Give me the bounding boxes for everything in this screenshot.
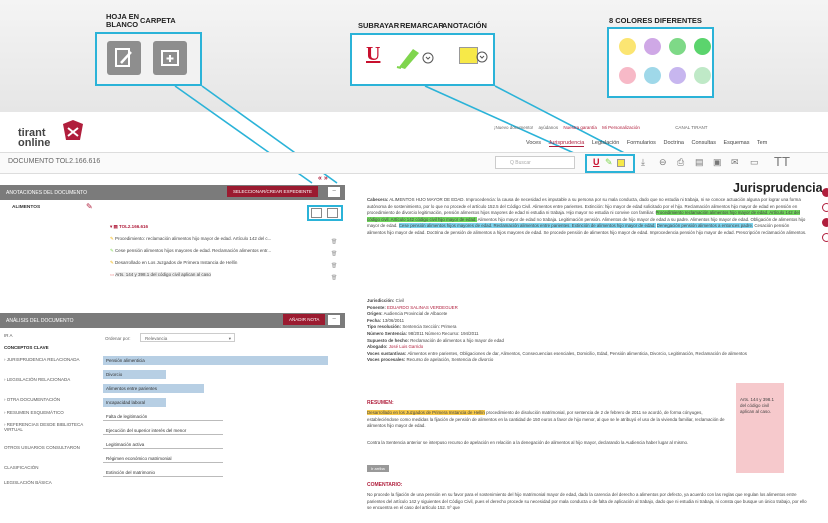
go-top-button[interactable]: Ir arriba <box>367 465 389 472</box>
concept-bar[interactable]: Extinción del matrimonio <box>103 468 223 477</box>
resumen-paragraph-2: Contra la Sentencia anterior se interpus… <box>367 440 689 445</box>
highlighter-icon[interactable]: ✎ <box>605 157 613 168</box>
font-size-button[interactable]: TT <box>774 154 790 169</box>
order-select[interactable]: Relevancia ▾ <box>140 333 235 342</box>
nav-formularios[interactable]: Formularios <box>627 140 656 146</box>
sidebar-item[interactable]: › JURISPRUDENCIA RELACIONADA <box>4 357 90 362</box>
sidebar-item[interactable]: LEGISLACIÓN BÁSICA <box>4 480 90 485</box>
concept-bar[interactable]: Alimentos entre parientes <box>103 384 204 393</box>
sticky-note[interactable]: Arts. 144 y 398.1 del código civil aplic… <box>736 383 784 473</box>
underline-icon[interactable]: U <box>593 157 600 167</box>
mail-icon[interactable]: ✉ <box>731 157 739 168</box>
cabecera-paragraph: Cabecera: ALIMENTOS HIJO MAYOR DE EDAD. … <box>367 197 807 235</box>
topnav-link[interactable]: ¡Nuevo documento! <box>494 125 533 130</box>
annotation-item[interactable]: ✎ Procedimiento: reclamación alimentos h… <box>110 236 271 242</box>
resumen-paragraph: Desarrollado en los Juzgados de Primera … <box>367 410 725 429</box>
order-label: Ordenar por: <box>105 336 131 341</box>
sidebar-item[interactable]: IR A <box>4 333 90 338</box>
folder-label[interactable]: ALIMENTOS <box>12 205 40 210</box>
nav-esquemas[interactable]: Esquemas <box>723 140 749 146</box>
sidebar-item[interactable]: › OTRA DOCUMENTACIÓN <box>4 397 90 402</box>
metadata-block: Jurisdicción: Civil Ponente: EDUARDO SAL… <box>367 298 747 363</box>
nav-doctrina[interactable]: Doctrina <box>663 140 683 146</box>
print-icon[interactable]: ⎙ <box>677 157 684 168</box>
minimize-icon[interactable]: − <box>328 187 340 197</box>
link-icon[interactable]: ⊖ <box>659 157 667 168</box>
nav-legislacion[interactable]: Legislación <box>592 140 620 146</box>
edit-icon[interactable]: ✎ <box>86 202 93 211</box>
concept-bar[interactable]: Legitimación activa <box>103 440 223 449</box>
sidebar-item[interactable]: › RESUMEN ESQUEMÁTICO <box>4 410 90 415</box>
annotation-item[interactable]: ✎ Cese pensión alimentos hijos mayores d… <box>110 248 271 254</box>
translate-icon[interactable]: ▭ <box>750 157 759 168</box>
concept-bar[interactable]: Régimen económico matrimonial <box>103 454 223 463</box>
concept-bar[interactable]: Ejecución del superior interés del menor <box>103 426 223 435</box>
sidebar-item[interactable]: CLASIFICACIÓN <box>4 465 90 470</box>
document-toolbar <box>0 152 828 174</box>
sidebar-item[interactable]: › LEGISLACIÓN RELACIONADA <box>4 377 90 382</box>
concept-bar[interactable]: Pensión alimenticia <box>103 356 328 365</box>
nav-consultas[interactable]: Consultas <box>691 140 715 146</box>
highlight-yellow[interactable]: Desarrollado en los Juzgados de Primera … <box>367 410 485 415</box>
add-note-button[interactable]: AÑADIR NOTA <box>283 314 326 325</box>
note-icon[interactable] <box>617 159 625 167</box>
collapse-panel-icon[interactable]: « » <box>318 175 328 182</box>
minimize-icon[interactable]: − <box>328 315 340 325</box>
topnav-link[interactable]: Nuestra garantía <box>563 125 597 130</box>
page-title: Jurisprudencia <box>733 181 823 195</box>
side-action-icon[interactable] <box>822 203 828 212</box>
highlight-blue[interactable]: Denegación pensión alimentos a entonces … <box>656 223 754 229</box>
concept-bar[interactable]: Falta de legitimación <box>103 412 223 421</box>
concept-bar[interactable]: Divorcio <box>103 370 166 379</box>
side-action-icon[interactable] <box>822 218 828 227</box>
concept-bar[interactable]: Incapacidad laboral <box>103 398 166 407</box>
resumen-heading: RESUMEN: <box>367 400 394 406</box>
logo-emblem-icon <box>63 120 83 140</box>
sidebar-item[interactable]: OTROS USUARIOS CONSULTARON <box>4 445 90 450</box>
nav-jurisprudencia[interactable]: Jurisprudencia <box>548 140 585 147</box>
main-nav: Voces Jurisprudencia Legislación Formula… <box>526 140 773 147</box>
nav-voces[interactable]: Voces <box>526 140 541 146</box>
topnav-link[interactable]: ayúdanos <box>539 125 559 130</box>
add-folder-icon[interactable] <box>327 208 338 218</box>
download-icon[interactable]: ⤓ <box>641 157 645 168</box>
side-action-icon[interactable] <box>822 188 828 197</box>
topnav-link[interactable]: Mi Personalización <box>602 125 640 130</box>
side-action-icon[interactable] <box>822 233 828 242</box>
trash-icon[interactable]: 🗑 🗑 🗑 🗑 <box>331 236 337 284</box>
annotation-item[interactable]: ✎ Desarrollado en Los Juzgados de Primer… <box>110 260 237 266</box>
search-input[interactable]: Q Buscar <box>495 156 575 169</box>
nav-tem[interactable]: Tem <box>757 140 767 146</box>
sidebar-item[interactable]: CONCEPTOS CLAVE <box>4 345 90 350</box>
pdf-icon[interactable]: ▤ <box>695 157 704 168</box>
save-icon[interactable]: ▣ <box>713 157 722 168</box>
comentario-heading: COMENTARIO: <box>367 482 403 488</box>
comentario-paragraph: No procede la fijación de una pensión en… <box>367 492 807 511</box>
sidebar-item[interactable]: › REFERENCIAS DESDE BIBLIOTECA VIRTUAL <box>4 422 90 432</box>
blank-sheet-icon[interactable] <box>311 208 322 218</box>
tree-root[interactable]: ▾ ▤ TOL2.166.616 <box>110 224 148 230</box>
select-expediente-button[interactable]: SELECCIONAR/CREAR EXPEDIENTE <box>227 186 319 197</box>
document-title: DOCUMENTO TOL2.166.616 <box>8 158 101 165</box>
top-utility-nav: ¡Nuevo documento! ayúdanos Nuestra garan… <box>494 125 711 130</box>
logo[interactable]: tirant online <box>18 128 50 149</box>
annotation-item[interactable]: ▭ Arts. 144 y 398.1 del código civil apl… <box>110 272 211 278</box>
highlight-blue[interactable]: Cese pensión alimentos hijos mayores de … <box>398 223 656 229</box>
topnav-link[interactable]: CANAL TIRANT <box>675 125 707 130</box>
